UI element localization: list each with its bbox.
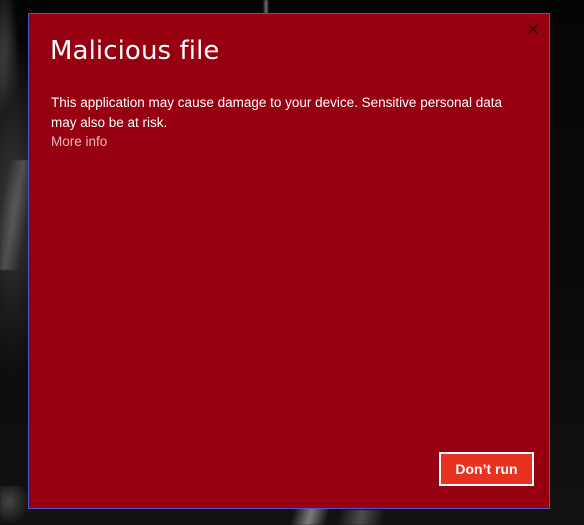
wallpaper-highlight bbox=[0, 486, 30, 525]
desktop-background: × Malicious file This application may ca… bbox=[0, 0, 584, 525]
wallpaper-highlight bbox=[263, 0, 269, 14]
wallpaper-highlight bbox=[336, 510, 386, 525]
dialog-title: Malicious file bbox=[50, 36, 220, 66]
dont-run-button[interactable]: Don’t run bbox=[439, 452, 534, 486]
warning-message: This application may cause damage to you… bbox=[51, 95, 503, 130]
wallpaper-highlight bbox=[0, 160, 28, 270]
close-icon[interactable]: × bbox=[521, 18, 545, 42]
more-info-link[interactable]: More info bbox=[51, 134, 107, 149]
wallpaper-highlight bbox=[289, 508, 331, 525]
malicious-file-dialog: × Malicious file This application may ca… bbox=[28, 13, 550, 509]
